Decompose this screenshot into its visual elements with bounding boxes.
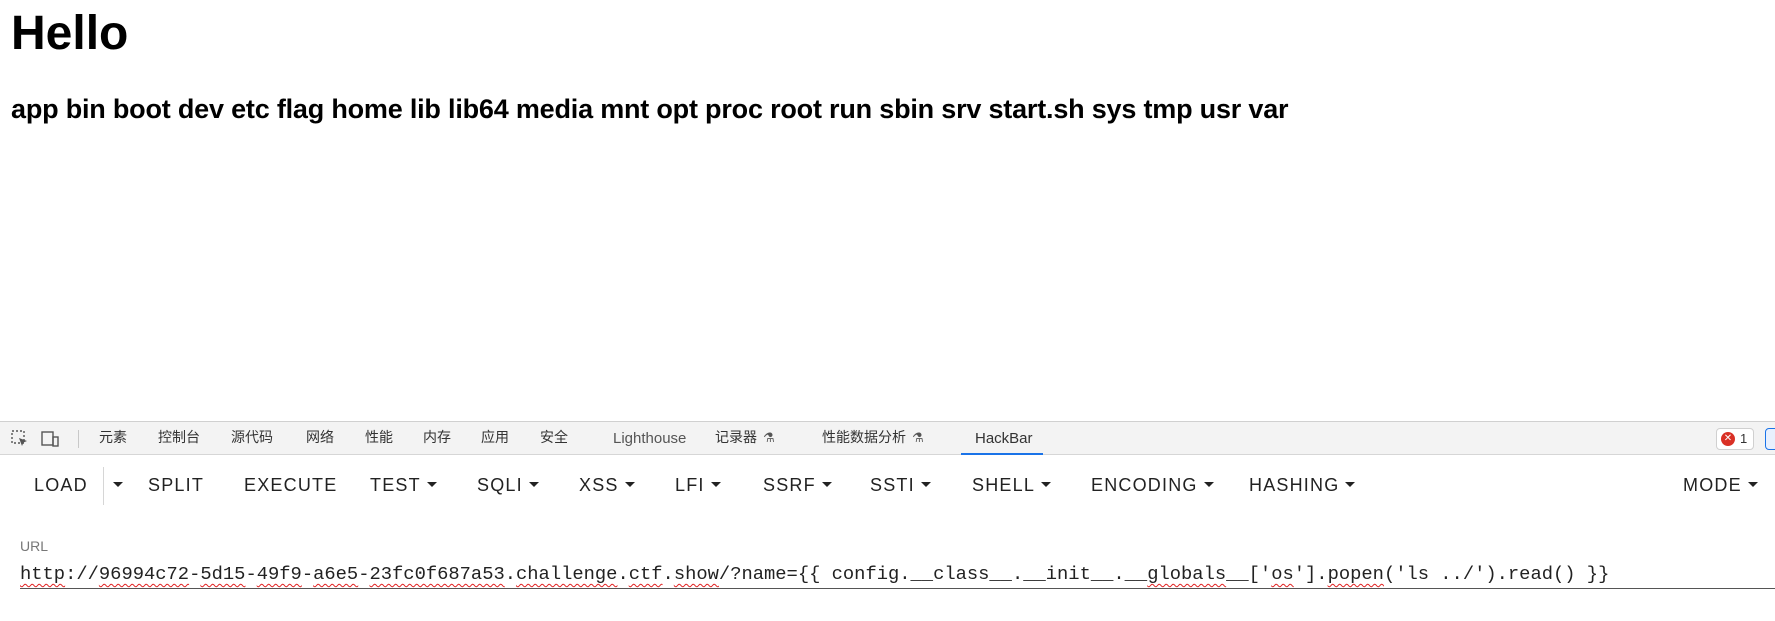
url-token: /?name={{ config.__class__.__init__.__ <box>718 563 1148 585</box>
chevron-down-icon <box>624 481 635 487</box>
devtools-panel: 元素 控制台 源代码 网络 性能 内存 应用 安全 Lighthouse 记录器… <box>0 421 1775 621</box>
ssrf-menu[interactable]: SSRF <box>763 469 832 501</box>
issues-badge[interactable] <box>1765 428 1775 450</box>
test-menu[interactable]: TEST <box>370 469 437 501</box>
url-token: 96994c72 <box>98 563 190 585</box>
error-icon: ✕ <box>1721 432 1735 446</box>
sqli-menu[interactable]: SQLI <box>477 469 539 501</box>
web-page: Hello app bin boot dev etc flag home lib… <box>0 0 1775 421</box>
xss-menu[interactable]: XSS <box>579 469 635 501</box>
url-token: __[' <box>1226 563 1272 585</box>
ssti-menu-label: SSTI <box>870 475 915 495</box>
tab-recorder-label: 记录器 <box>715 430 757 446</box>
url-token: ctf <box>628 563 663 585</box>
url-token: globals <box>1147 563 1227 585</box>
chevron-down-icon <box>1345 481 1356 487</box>
tab-lighthouse[interactable]: Lighthouse <box>613 422 686 455</box>
url-token: a6e5 <box>313 563 359 585</box>
url-token: show <box>673 563 719 585</box>
hashing-menu[interactable]: HASHING <box>1249 469 1356 501</box>
url-input[interactable]: http://96994c72-5d15-49f9-a6e5-23fc0f687… <box>20 561 1775 589</box>
split-button[interactable]: SPLIT <box>148 469 204 501</box>
hashing-menu-label: HASHING <box>1249 475 1340 495</box>
url-token: - <box>245 563 257 585</box>
chevron-down-icon <box>1041 481 1052 487</box>
shell-menu-label: SHELL <box>972 475 1036 495</box>
inspect-element-icon[interactable] <box>10 429 30 449</box>
chevron-down-icon <box>426 481 437 487</box>
load-split-divider <box>103 467 104 505</box>
url-token: challenge <box>516 563 618 585</box>
directory-listing: app bin boot dev etc flag home lib lib64… <box>11 94 1289 124</box>
url-field-label: URL <box>20 538 49 554</box>
test-menu-label: TEST <box>370 475 421 495</box>
lfi-menu-label: LFI <box>675 475 705 495</box>
url-token: . <box>662 563 674 585</box>
tab-console[interactable]: 控制台 <box>158 422 200 455</box>
tab-sources[interactable]: 源代码 <box>231 422 273 455</box>
url-token: ']. <box>1293 563 1328 585</box>
chevron-down-icon <box>528 481 539 487</box>
tab-network[interactable]: 网络 <box>306 422 334 455</box>
load-dropdown-button[interactable] <box>107 469 123 501</box>
url-token: . <box>617 563 629 585</box>
ssti-menu[interactable]: SSTI <box>870 469 931 501</box>
ssrf-menu-label: SSRF <box>763 475 816 495</box>
lfi-menu[interactable]: LFI <box>675 469 721 501</box>
tab-memory[interactable]: 内存 <box>423 422 451 455</box>
sqli-menu-label: SQLI <box>477 475 523 495</box>
load-button[interactable]: LOAD <box>34 469 88 501</box>
encoding-menu[interactable]: ENCODING <box>1091 469 1214 501</box>
url-token: - <box>189 563 201 585</box>
mode-menu[interactable]: MODE <box>1683 469 1758 501</box>
execute-button[interactable]: EXECUTE <box>244 469 337 501</box>
tab-elements[interactable]: 元素 <box>99 422 127 455</box>
tab-recorder[interactable]: 记录器 ⚗ <box>715 422 775 455</box>
page-heading: Hello <box>11 7 129 60</box>
experiment-flask-icon: ⚗ <box>912 431 924 446</box>
error-count: 1 <box>1740 431 1748 446</box>
url-token: popen <box>1327 563 1384 585</box>
tab-application[interactable]: 应用 <box>481 422 509 455</box>
url-token: http <box>20 563 66 585</box>
url-token: 5d15 <box>200 563 246 585</box>
device-toolbar-icon[interactable] <box>40 429 60 449</box>
tab-security[interactable]: 安全 <box>540 422 568 455</box>
chevron-down-icon <box>920 481 931 487</box>
url-token: :// <box>65 563 99 585</box>
toolbar-divider <box>78 430 79 448</box>
chevron-down-icon <box>1203 481 1214 487</box>
encoding-menu-label: ENCODING <box>1091 475 1198 495</box>
error-count-badge[interactable]: ✕ 1 <box>1716 428 1755 450</box>
devtools-tabbar: 元素 控制台 源代码 网络 性能 内存 应用 安全 Lighthouse 记录器… <box>0 421 1775 455</box>
tab-performance[interactable]: 性能 <box>365 422 393 455</box>
tab-hackbar[interactable]: HackBar <box>975 422 1033 455</box>
chevron-down-icon <box>821 481 832 487</box>
hackbar-toolbar: LOAD SPLIT EXECUTE TEST SQLI XSS LFI SSR… <box>0 455 1775 515</box>
url-token: 49f9 <box>256 563 302 585</box>
tab-performance-insights-label: 性能数据分析 <box>822 430 906 446</box>
experiment-flask-icon: ⚗ <box>763 431 775 446</box>
url-token: 23fc0f687a53 <box>369 563 505 585</box>
chevron-down-icon <box>1747 481 1758 487</box>
url-token: . <box>504 563 517 585</box>
chevron-down-icon <box>113 481 123 487</box>
tab-performance-insights[interactable]: 性能数据分析 ⚗ <box>822 422 924 455</box>
url-token: - <box>301 563 314 585</box>
shell-menu[interactable]: SHELL <box>972 469 1052 501</box>
chevron-down-icon <box>710 481 721 487</box>
mode-menu-label: MODE <box>1683 475 1742 495</box>
url-token: - <box>358 563 370 585</box>
url-token: ('ls ../').read() }} <box>1383 563 1610 585</box>
xss-menu-label: XSS <box>579 475 619 495</box>
url-token: os <box>1271 563 1294 585</box>
